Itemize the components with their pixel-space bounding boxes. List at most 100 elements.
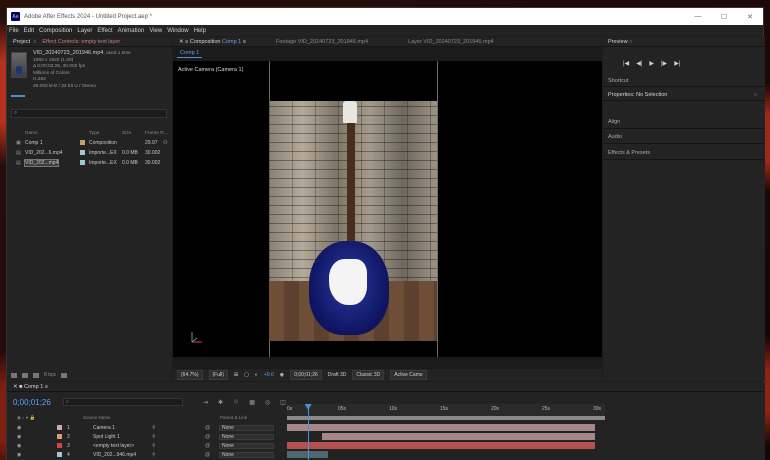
layer-row[interactable]: ◉ 3 <empty text layer> ⚲ @ None — [7, 442, 287, 450]
current-timecode[interactable]: 0;00;01;26 — [290, 370, 322, 380]
timeline-timecode[interactable]: 0;00;01;26 — [13, 398, 51, 407]
visibility-eye-icon[interactable]: ◉ — [17, 425, 21, 431]
preview-header[interactable]: Preview ≡ — [603, 37, 765, 47]
exposure-value[interactable]: +0.0 — [264, 372, 274, 378]
project-item-comp[interactable]: ▣ Comp 1 Composition 29.97 ⚇ — [7, 138, 172, 147]
menu-composition[interactable]: Composition — [39, 28, 72, 34]
tab-comp-timeline[interactable]: ✕ ■ Comp 1 ≡ — [13, 384, 48, 390]
pickwhip-icon[interactable]: @ — [205, 443, 210, 449]
project-item-footage-1[interactable]: ▤ VID_202...6.mp4 Importe...EX 0.0 MB 30… — [7, 148, 172, 157]
visibility-eye-icon[interactable]: ◉ — [17, 443, 21, 449]
bit-depth[interactable]: 8 bpc — [44, 372, 56, 378]
renderer-select[interactable]: Classic 3D — [352, 370, 385, 380]
menu-animation[interactable]: Animation — [118, 28, 145, 34]
layer-label-color[interactable] — [57, 452, 62, 457]
layer-duration-bar[interactable] — [287, 442, 596, 449]
tab-footage[interactable]: Footage VID_20240723_201946.mp4 — [276, 39, 368, 45]
audio-panel[interactable]: Audio — [603, 130, 765, 144]
next-frame-button[interactable]: |▶ — [661, 60, 667, 67]
flowchart-icon[interactable]: ⚇ — [163, 140, 167, 146]
pickwhip-icon[interactable]: @ — [205, 425, 210, 431]
minimize-button[interactable]: — — [685, 8, 711, 25]
menu-file[interactable]: File — [9, 28, 19, 34]
panel-menu-icon[interactable]: ≡ — [33, 39, 36, 45]
layer-switch-icon[interactable]: ⚲ — [152, 434, 156, 440]
new-comp-icon[interactable] — [33, 372, 39, 378]
parent-select[interactable]: None — [219, 443, 274, 449]
layer-name[interactable]: <empty text layer> — [93, 443, 134, 449]
view-select[interactable]: Active Came — [390, 370, 427, 380]
menu-window[interactable]: Window — [167, 28, 188, 34]
layer-switch-icon[interactable]: ⚲ — [152, 443, 156, 449]
effects-presets-panel[interactable]: Effects & Presets — [603, 146, 765, 160]
menu-effect[interactable]: Effect — [97, 28, 112, 34]
frame-blend-icon[interactable]: ▦ — [249, 399, 255, 406]
playhead[interactable] — [307, 404, 309, 460]
tab-composition[interactable]: ✕ ≡ Composition Comp 1 ≡ — [179, 39, 246, 45]
layer-duration-bar[interactable] — [287, 424, 596, 431]
time-ruler[interactable]: 0s 05s 10s 15s 20s 25s 30s — [287, 404, 605, 416]
col-source-name[interactable]: Source Name — [83, 415, 111, 420]
work-area-bar[interactable] — [287, 416, 605, 420]
visibility-eye-icon[interactable]: ◉ — [17, 434, 21, 440]
parent-select[interactable]: None — [219, 434, 274, 440]
mask-icon[interactable]: ▢ — [244, 372, 249, 378]
visibility-eye-icon[interactable]: ◉ — [17, 452, 21, 458]
interpret-footage-icon[interactable] — [11, 372, 17, 378]
menu-help[interactable]: Help — [194, 28, 206, 34]
layer-switch-icon[interactable]: ⚲ — [152, 452, 156, 458]
layer-row[interactable]: ◉ 4 VID_202...946.mp4 ⚲ @ None — [7, 451, 287, 459]
layer-name[interactable]: Spot Light 1 — [93, 434, 120, 440]
menu-edit[interactable]: Edit — [24, 28, 34, 34]
grid-icon[interactable]: ⊞ — [234, 372, 238, 378]
layer-row[interactable]: ◉ 1 Camera 1 ⚲ @ None — [7, 424, 287, 432]
pickwhip-icon[interactable]: @ — [205, 434, 210, 440]
graph-editor-icon[interactable]: ◫ — [280, 399, 286, 406]
col-size[interactable]: Size — [122, 131, 131, 136]
layer-duration-bar[interactable] — [321, 433, 596, 440]
last-frame-button[interactable]: ▶| — [674, 60, 680, 67]
timeline-search-input[interactable]: ⌕ — [63, 398, 183, 406]
col-type[interactable]: Type — [89, 131, 99, 136]
layer-switch-icon[interactable]: ⚲ — [152, 425, 156, 431]
maximize-button[interactable]: ☐ — [711, 8, 737, 25]
properties-header[interactable]: Properties: No Selection ≡ — [603, 89, 765, 101]
comp-viewer[interactable]: Active Camera (Camera 1) — [173, 61, 602, 357]
layer-row[interactable]: ◉ 2 Spot Light 1 ⚲ @ None — [7, 433, 287, 441]
comp-breadcrumb[interactable]: Comp 1 — [177, 49, 203, 58]
col-parent[interactable]: Parent & Link — [220, 415, 247, 420]
tab-effect-controls[interactable]: Effect Controls: empty text layer — [42, 39, 120, 45]
shy-icon[interactable]: ☺ — [233, 399, 239, 406]
channel-icon[interactable]: ◐ — [255, 372, 258, 378]
layer-name[interactable]: VID_202...946.mp4 — [93, 452, 136, 458]
draft-3d-icon[interactable]: ✱ — [218, 399, 223, 406]
layer-name[interactable]: Camera 1 — [93, 425, 115, 431]
menu-layer[interactable]: Layer — [77, 28, 92, 34]
close-button[interactable]: ✕ — [737, 8, 763, 25]
align-panel[interactable]: Align — [603, 115, 765, 129]
layer-label-color[interactable] — [57, 443, 62, 448]
layer-label-color[interactable] — [57, 425, 62, 430]
snapshot-icon[interactable]: ◉ — [280, 372, 284, 378]
play-button[interactable]: ▶ — [649, 60, 654, 67]
layer-label-color[interactable] — [57, 434, 62, 439]
first-frame-button[interactable]: |◀ — [623, 60, 629, 67]
project-item-footage-2[interactable]: ▤ VID_202...mp4 Importe...EX 0.0 MB 30.0… — [7, 158, 172, 167]
parent-select[interactable]: None — [219, 425, 274, 431]
tab-layer[interactable]: Layer VID_20240723_201946.mp4 — [408, 39, 494, 45]
tab-project[interactable]: Project ≡ — [13, 39, 36, 45]
menu-view[interactable]: View — [149, 28, 162, 34]
comp-flowchart-icon[interactable]: ⇥ — [203, 399, 208, 406]
prev-frame-button[interactable]: ◀| — [636, 60, 642, 67]
resolution-select[interactable]: (Full) — [208, 370, 228, 380]
new-folder-icon[interactable] — [22, 372, 28, 378]
project-search-input[interactable]: ⌕ — [11, 109, 167, 118]
draft-3d-toggle[interactable]: Draft 3D — [328, 372, 347, 378]
col-frame-rate[interactable]: Frame R... — [145, 131, 168, 136]
delete-icon[interactable] — [61, 372, 68, 378]
zoom-select[interactable]: (64.7%) — [177, 370, 203, 380]
col-name[interactable]: Name — [25, 131, 38, 136]
parent-select[interactable]: None — [219, 452, 274, 458]
pickwhip-icon[interactable]: @ — [205, 452, 210, 458]
motion-blur-icon[interactable]: ◎ — [265, 399, 270, 406]
